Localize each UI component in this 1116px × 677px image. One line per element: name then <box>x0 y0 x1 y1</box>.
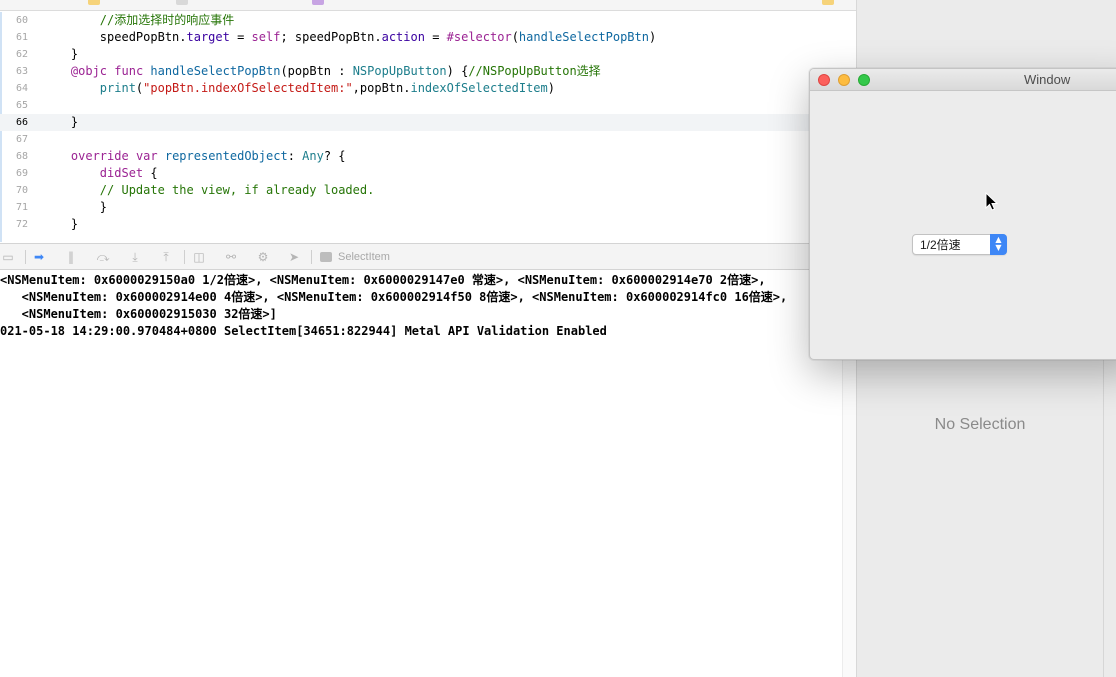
code-editor[interactable]: 60 //添加选择时的响应事件 61 speedPopBtn.target = s… <box>0 12 856 242</box>
line-number: 68 <box>15 151 28 162</box>
code-text: //添加选择时的响应事件 <box>99 13 235 27</box>
console-line: <NSMenuItem: 0x6000029150a0 1/2倍速>, <NSM… <box>0 273 766 287</box>
app-window[interactable]: Window 1/2倍速 ▲ ▼ <box>809 68 1116 360</box>
code-line[interactable]: 63 @objc func handleSelectPopBtn(popBtn … <box>0 63 856 80</box>
app-target-icon <box>320 252 332 262</box>
zoom-button[interactable] <box>858 74 870 86</box>
hide-debug-area-icon[interactable]: ▭ <box>1 250 15 264</box>
code-line[interactable]: 65 <box>0 97 856 114</box>
code-text: } <box>70 217 79 231</box>
minimize-button[interactable] <box>838 74 850 86</box>
code-text: // Update the view, if already loaded. <box>99 183 375 197</box>
line-number: 67 <box>15 134 28 145</box>
debug-console[interactable]: <NSMenuItem: 0x6000029150a0 1/2倍速>, <NSM… <box>0 271 842 677</box>
code-text: print("popBtn.indexOfSelectedItem:",popB… <box>99 81 555 95</box>
debug-bar: ▭ ➡ ‖ ⤼ ⤓ ⤒ ◫ ⚯ ⚙ ➤ SelectItem <box>0 243 856 270</box>
symbol-icon[interactable] <box>312 0 324 5</box>
code-text: override var representedObject: Any? { <box>70 149 346 163</box>
debug-target-label[interactable]: SelectItem <box>338 249 390 265</box>
line-number: 61 <box>15 32 28 43</box>
window-titlebar[interactable]: Window <box>810 69 1116 91</box>
line-number: 64 <box>15 83 28 94</box>
step-out-icon[interactable]: ⤒ <box>159 250 173 264</box>
jump-bar[interactable] <box>0 0 856 11</box>
pause-icon[interactable]: ‖ <box>64 250 78 264</box>
no-selection-label: No Selection <box>934 416 1026 433</box>
line-number: 62 <box>15 49 28 60</box>
console-line: <NSMenuItem: 0x600002915030 32倍速>] <box>0 307 277 321</box>
environment-overrides-icon[interactable]: ⚙ <box>256 250 270 264</box>
code-line[interactable]: 69 didSet { <box>0 165 856 182</box>
simulate-location-icon[interactable]: ➤ <box>287 250 301 264</box>
code-text: didSet { <box>99 166 158 180</box>
code-line[interactable]: 62 } <box>0 46 856 63</box>
folder-icon[interactable] <box>88 0 100 5</box>
line-number: 65 <box>15 100 28 111</box>
code-line[interactable]: 70 // Update the view, if already loaded… <box>0 182 856 199</box>
code-line[interactable]: 72 } <box>0 216 856 233</box>
code-line[interactable]: 67 <box>0 131 856 148</box>
console-line: 021-05-18 14:29:00.970484+0800 SelectIte… <box>0 324 607 338</box>
step-into-icon[interactable]: ⤓ <box>128 250 142 264</box>
code-text: } <box>70 47 79 61</box>
file-icon[interactable] <box>176 0 188 5</box>
line-number: 71 <box>15 202 28 213</box>
speed-popup-button[interactable]: 1/2倍速 ▲ ▼ <box>912 234 1007 255</box>
code-text: } <box>99 200 108 214</box>
code-text: speedPopBtn.target = self; speedPopBtn.a… <box>99 30 657 44</box>
popup-selected-label: 1/2倍速 <box>920 238 961 252</box>
view-hierarchy-icon[interactable]: ◫ <box>192 250 206 264</box>
memory-graph-icon[interactable]: ⚯ <box>224 250 238 264</box>
mouse-cursor-icon <box>985 192 999 211</box>
breakpoints-toggle-icon[interactable]: ➡ <box>32 250 46 264</box>
separator <box>311 250 312 264</box>
window-title: Window <box>1024 72 1071 87</box>
code-line[interactable]: 66 } <box>0 114 856 131</box>
line-number: 70 <box>15 185 28 196</box>
code-line[interactable]: 71 } <box>0 199 856 216</box>
step-over-icon[interactable]: ⤼ <box>96 250 110 264</box>
code-line[interactable]: 68 override var representedObject: Any? … <box>0 148 856 165</box>
close-button[interactable] <box>818 74 830 86</box>
separator <box>184 250 185 264</box>
line-number: 72 <box>15 219 28 230</box>
chevron-up-down-icon: ▲ ▼ <box>990 234 1007 255</box>
code-text: } <box>70 115 79 129</box>
inspector-divider <box>1103 360 1104 677</box>
line-number: 69 <box>15 168 28 179</box>
line-number: 66 <box>15 117 28 128</box>
code-line[interactable]: 64 print("popBtn.indexOfSelectedItem:",p… <box>0 80 856 97</box>
separator <box>25 250 26 264</box>
console-line: <NSMenuItem: 0x600002914e00 4倍速>, <NSMen… <box>0 290 788 304</box>
related-items-icon[interactable] <box>822 0 834 5</box>
code-line[interactable]: 61 speedPopBtn.target = self; speedPopBt… <box>0 29 856 46</box>
code-line[interactable]: 60 //添加选择时的响应事件 <box>0 12 856 29</box>
line-number: 63 <box>15 66 28 77</box>
line-number: 60 <box>15 15 28 26</box>
code-text: @objc func handleSelectPopBtn(popBtn : N… <box>70 64 601 78</box>
